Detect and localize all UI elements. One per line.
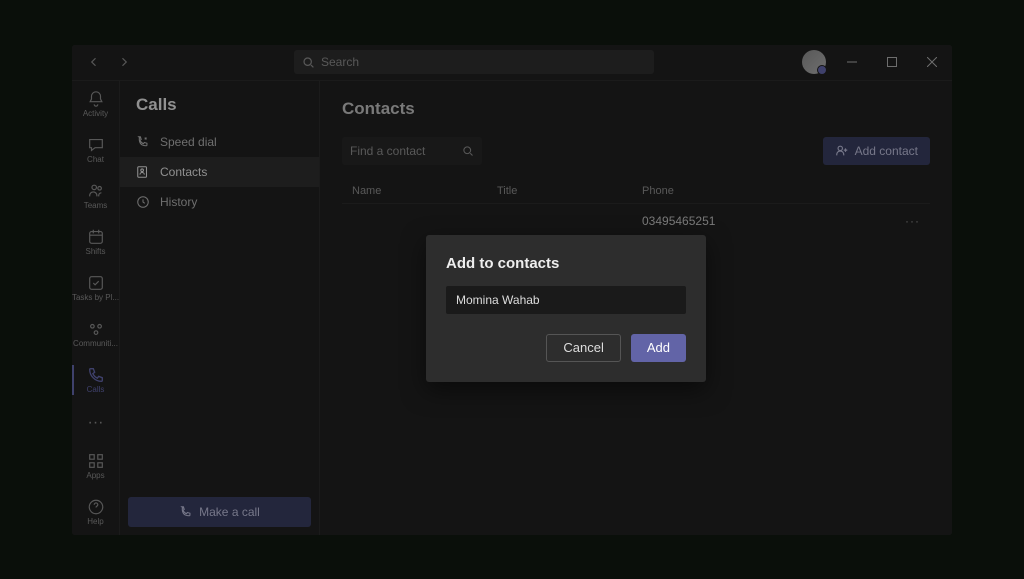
add-to-contacts-modal: Add to contacts Cancel Add — [426, 235, 706, 382]
modal-title: Add to contacts — [446, 255, 686, 272]
modal-actions: Cancel Add — [446, 334, 686, 362]
modal-name-input[interactable] — [446, 286, 686, 314]
add-button[interactable]: Add — [631, 334, 686, 362]
cancel-button[interactable]: Cancel — [546, 334, 620, 362]
app-window: Search Activity Chat Teams Shifts Tasks … — [72, 45, 952, 535]
